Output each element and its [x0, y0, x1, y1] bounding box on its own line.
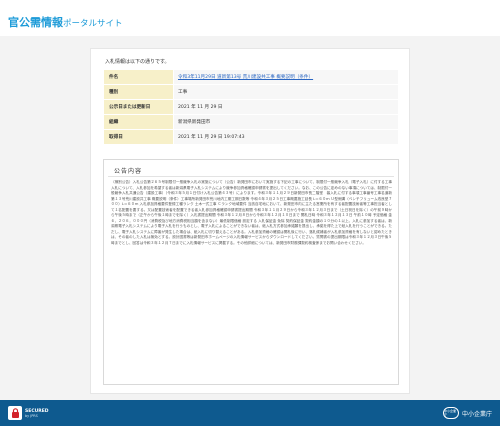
info-label: 種別 [103, 84, 174, 100]
info-value: 新潟県新発田市 [173, 114, 399, 130]
secured-subtext: by JPRS [25, 413, 38, 418]
bid-info-table: 件名 令和3年11月29日 道新第13号 荒川建設共工事 概要説明（条件） 種別… [103, 69, 399, 145]
site-footer: SECURED by JPRS 中小企業庁 中小企業庁 [0, 400, 500, 426]
notice-panel: 公告内容 （様別公告）入札公告第２６５号制限付一般競争入札の実施について（公告）… [103, 159, 399, 385]
info-row-date: 公示日または更新日 2021 年 11 月 29 日 [103, 99, 399, 115]
bid-detail-card: 入札情報は以下の通りです。 件名 令和3年11月29日 道新第13号 荒川建設共… [90, 48, 410, 394]
info-label: 公示日または更新日 [103, 99, 174, 115]
info-label: 取得日 [103, 129, 174, 145]
bid-title-link[interactable]: 令和3年11月29日 道新第13号 荒川建設共工事 概要説明（条件） [173, 69, 399, 85]
notice-title: 公告内容 [114, 168, 143, 175]
info-label: 件名 [103, 69, 174, 85]
secured-seal[interactable]: SECURED by JPRS [8, 404, 49, 422]
info-value: 工事 [173, 84, 399, 100]
info-row-acquired: 取得日 2021 年 11 月 29 日 19:07:43 [103, 129, 399, 145]
info-row-organization: 組織 新潟県新発田市 [103, 114, 399, 130]
logo-subtitle: ポータルサイト [63, 19, 123, 29]
secured-label: SECURED by JPRS [25, 409, 49, 418]
logo-title: 官公需情報 [8, 16, 63, 29]
info-value: 2021 年 11 月 29 日 19:07:43 [173, 129, 399, 145]
info-value: 2021 年 11 月 29 日 [173, 99, 399, 115]
intro-text: 入札情報は以下の通りです。 [105, 59, 170, 65]
info-row-type: 種別 工事 [103, 84, 399, 100]
divider [108, 176, 394, 177]
notice-body: （様別公告）入札公告第２６５号制限付一般競争入札の実施について（公告）新発田市に… [111, 180, 392, 245]
info-row-title: 件名 令和3年11月29日 道新第13号 荒川建設共工事 概要説明（条件） [103, 69, 399, 85]
info-label: 組織 [103, 114, 174, 130]
sme-agency-logo[interactable]: 中小企業庁 中小企業庁 [442, 407, 492, 419]
sme-agency-name: 中小企業庁 [461, 410, 492, 418]
site-header: 官公需情報ポータルサイト [0, 0, 500, 36]
sme-badge-icon: 中小企業庁 [442, 407, 459, 419]
site-logo[interactable]: 官公需情報ポータルサイト [8, 11, 123, 30]
lock-icon [8, 406, 22, 420]
